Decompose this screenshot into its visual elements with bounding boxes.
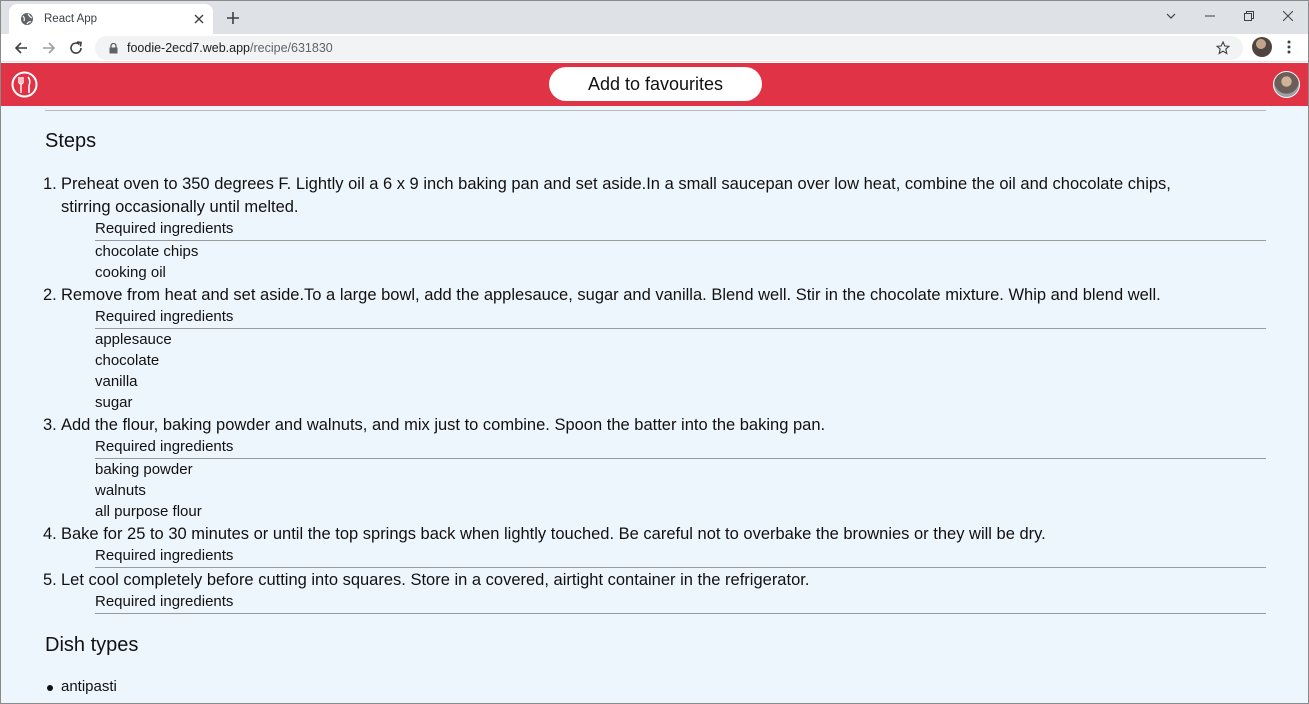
step-number: 2.	[43, 286, 57, 304]
required-ingredients-label: Required ingredients	[95, 219, 1266, 241]
recipe-content: Steps 1. Preheat oven to 350 degrees F. …	[1, 106, 1308, 703]
required-ingredients-label: Required ingredients	[95, 592, 1266, 614]
user-avatar[interactable]	[1273, 71, 1300, 98]
browser-window: React App foodie-2ecd7.web.app/recipe/63…	[0, 0, 1309, 704]
step-item: 5. Let cool completely before cutting in…	[43, 569, 1231, 592]
step-number: 5.	[43, 571, 57, 589]
steps-heading: Steps	[45, 130, 97, 152]
dish-type-item: antipasti	[61, 678, 117, 695]
tab-react-app[interactable]: React App	[9, 4, 213, 34]
step-number: 4.	[43, 525, 57, 543]
browser-toolbar: foodie-2ecd7.web.app/recipe/631830	[1, 34, 1308, 62]
url-host: foodie-2ecd7.web.app	[127, 41, 251, 55]
step-number: 3.	[43, 416, 57, 434]
divider	[45, 110, 1266, 111]
step-text: Remove from heat and set aside.To a larg…	[61, 286, 1161, 304]
close-window-icon[interactable]	[1270, 5, 1306, 27]
step-text-continued: stirring occasionally until melted.	[61, 198, 299, 216]
ingredient-item: all purpose flour	[95, 503, 202, 520]
ingredient-item: chocolate	[95, 352, 160, 369]
ingredient-item: sugar	[95, 394, 133, 411]
step-text: Preheat oven to 350 degrees F. Lightly o…	[61, 175, 1171, 193]
reload-icon[interactable]	[65, 37, 87, 59]
tab-search-icon[interactable]	[1153, 5, 1189, 27]
url-path: /recipe/631830	[250, 41, 333, 55]
step-item: 1. Preheat oven to 350 degrees F. Lightl…	[43, 173, 1231, 219]
required-ingredients-label: Required ingredients	[95, 546, 1266, 568]
more-menu-icon[interactable]	[1281, 38, 1297, 56]
browser-profile-avatar[interactable]	[1252, 37, 1272, 57]
step-item: 2. Remove from heat and set aside.To a l…	[43, 284, 1231, 307]
ingredient-item: vanilla	[95, 373, 138, 390]
step-text: Bake for 25 to 30 minutes or until the t…	[61, 525, 1046, 543]
back-arrow-icon[interactable]	[10, 37, 32, 59]
ingredient-item: baking powder	[95, 461, 193, 478]
required-ingredients-label: Required ingredients	[95, 307, 1266, 329]
fork-knife-logo-icon[interactable]	[11, 71, 38, 98]
minimize-icon[interactable]	[1192, 5, 1228, 27]
globe-icon	[20, 12, 34, 26]
step-item: 3. Add the flour, baking powder and waln…	[43, 414, 1231, 437]
ingredient-item: walnuts	[95, 482, 146, 499]
app-header: Add to favourites	[1, 63, 1308, 106]
step-text: Let cool completely before cutting into …	[61, 571, 810, 589]
lock-icon[interactable]	[107, 42, 119, 54]
close-tab-icon[interactable]	[191, 11, 207, 27]
ingredient-item: cooking oil	[95, 264, 166, 281]
address-bar[interactable]: foodie-2ecd7.web.app/recipe/631830	[95, 36, 1243, 60]
dish-types-heading: Dish types	[45, 634, 139, 656]
step-text: Add the flour, baking powder and walnuts…	[61, 416, 826, 434]
list-bullet	[47, 685, 53, 691]
url-text: foodie-2ecd7.web.app/recipe/631830	[127, 41, 333, 55]
ingredient-item: chocolate chips	[95, 243, 199, 260]
tab-strip: React App	[1, 1, 1308, 34]
forward-arrow-icon[interactable]	[38, 37, 60, 59]
add-to-favourites-button[interactable]: Add to favourites	[549, 67, 762, 101]
new-tab-icon[interactable]	[222, 7, 244, 29]
ingredient-item: applesauce	[95, 331, 172, 348]
restore-icon[interactable]	[1231, 5, 1267, 27]
bookmark-star-icon[interactable]	[1215, 40, 1231, 56]
tab-title: React App	[44, 13, 98, 25]
required-ingredients-label: Required ingredients	[95, 437, 1266, 459]
step-number: 1.	[43, 175, 57, 193]
step-item: 4. Bake for 25 to 30 minutes or until th…	[43, 523, 1231, 546]
